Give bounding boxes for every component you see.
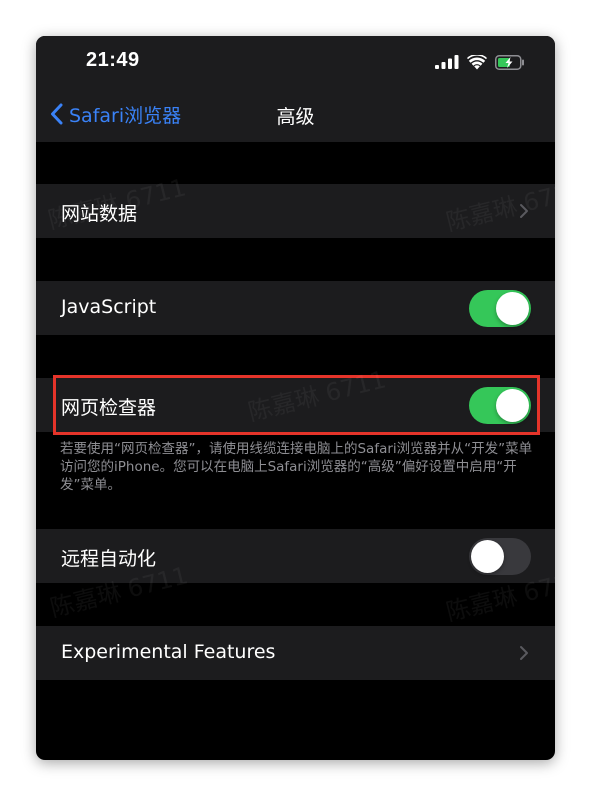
navigation-bar: Safari浏览器 高级 [36,86,555,142]
chevron-right-icon [520,646,528,660]
javascript-row: JavaScript [36,281,555,335]
website-data-row[interactable]: 网站数据 [36,184,555,238]
experimental-features-row[interactable]: Experimental Features [36,626,555,680]
website-data-label: 网站数据 [61,203,138,225]
toggle-knob [496,292,529,325]
toggle-knob [471,540,504,573]
remote-automation-label: 远程自动化 [61,548,157,570]
javascript-label: JavaScript [61,296,157,318]
battery-charging-icon [495,54,524,70]
javascript-toggle[interactable] [469,290,531,327]
chevron-right-icon [520,204,528,218]
highlight-annotation [53,375,540,435]
remote-automation-toggle[interactable] [469,538,531,575]
status-time: 21:49 [86,49,140,71]
remote-automation-row: 远程自动化 [36,529,555,583]
page-title: 高级 [276,106,315,128]
wifi-icon [467,54,487,69]
cellular-signal-icon [435,55,459,69]
status-bar: 21:49 [36,36,555,86]
settings-screen: 21:49 Safari浏览器 高级 网站数据 JavaScript 网页检查器… [36,36,555,760]
status-icons [435,51,525,73]
experimental-features-label: Experimental Features [61,641,276,663]
web-inspector-footnote: 若要使用“网页检查器”，请使用线缆连接电脑上的Safari浏览器并从“开发”菜单… [60,441,533,493]
